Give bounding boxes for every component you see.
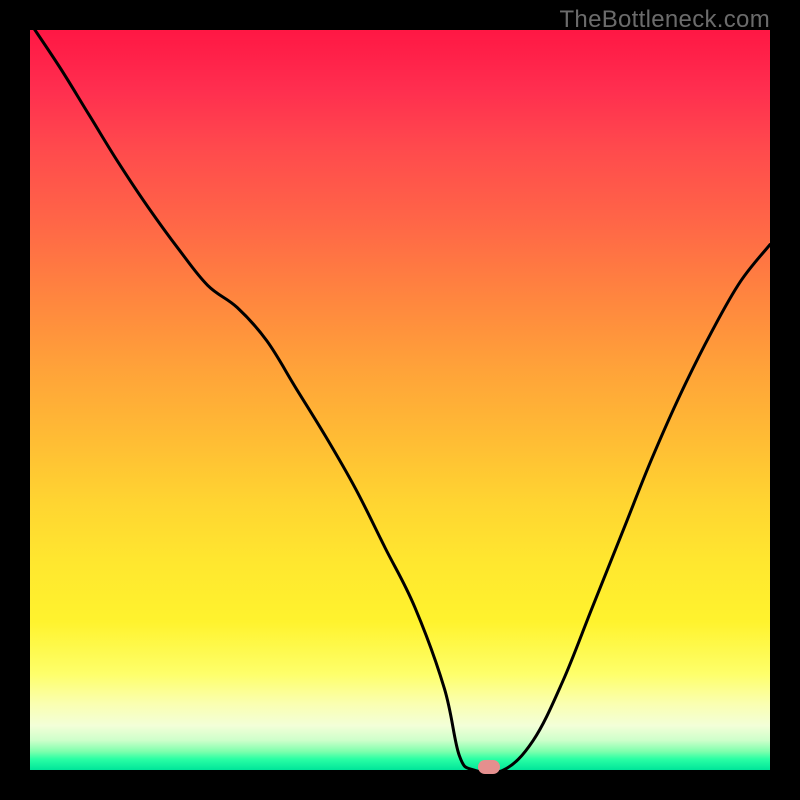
curve-path	[30, 30, 770, 770]
watermark-text: TheBottleneck.com	[559, 6, 770, 34]
plot-area	[30, 30, 770, 770]
chart-frame: TheBottleneck.com	[0, 0, 800, 800]
bottleneck-curve	[30, 30, 770, 770]
optimum-marker	[478, 760, 500, 774]
